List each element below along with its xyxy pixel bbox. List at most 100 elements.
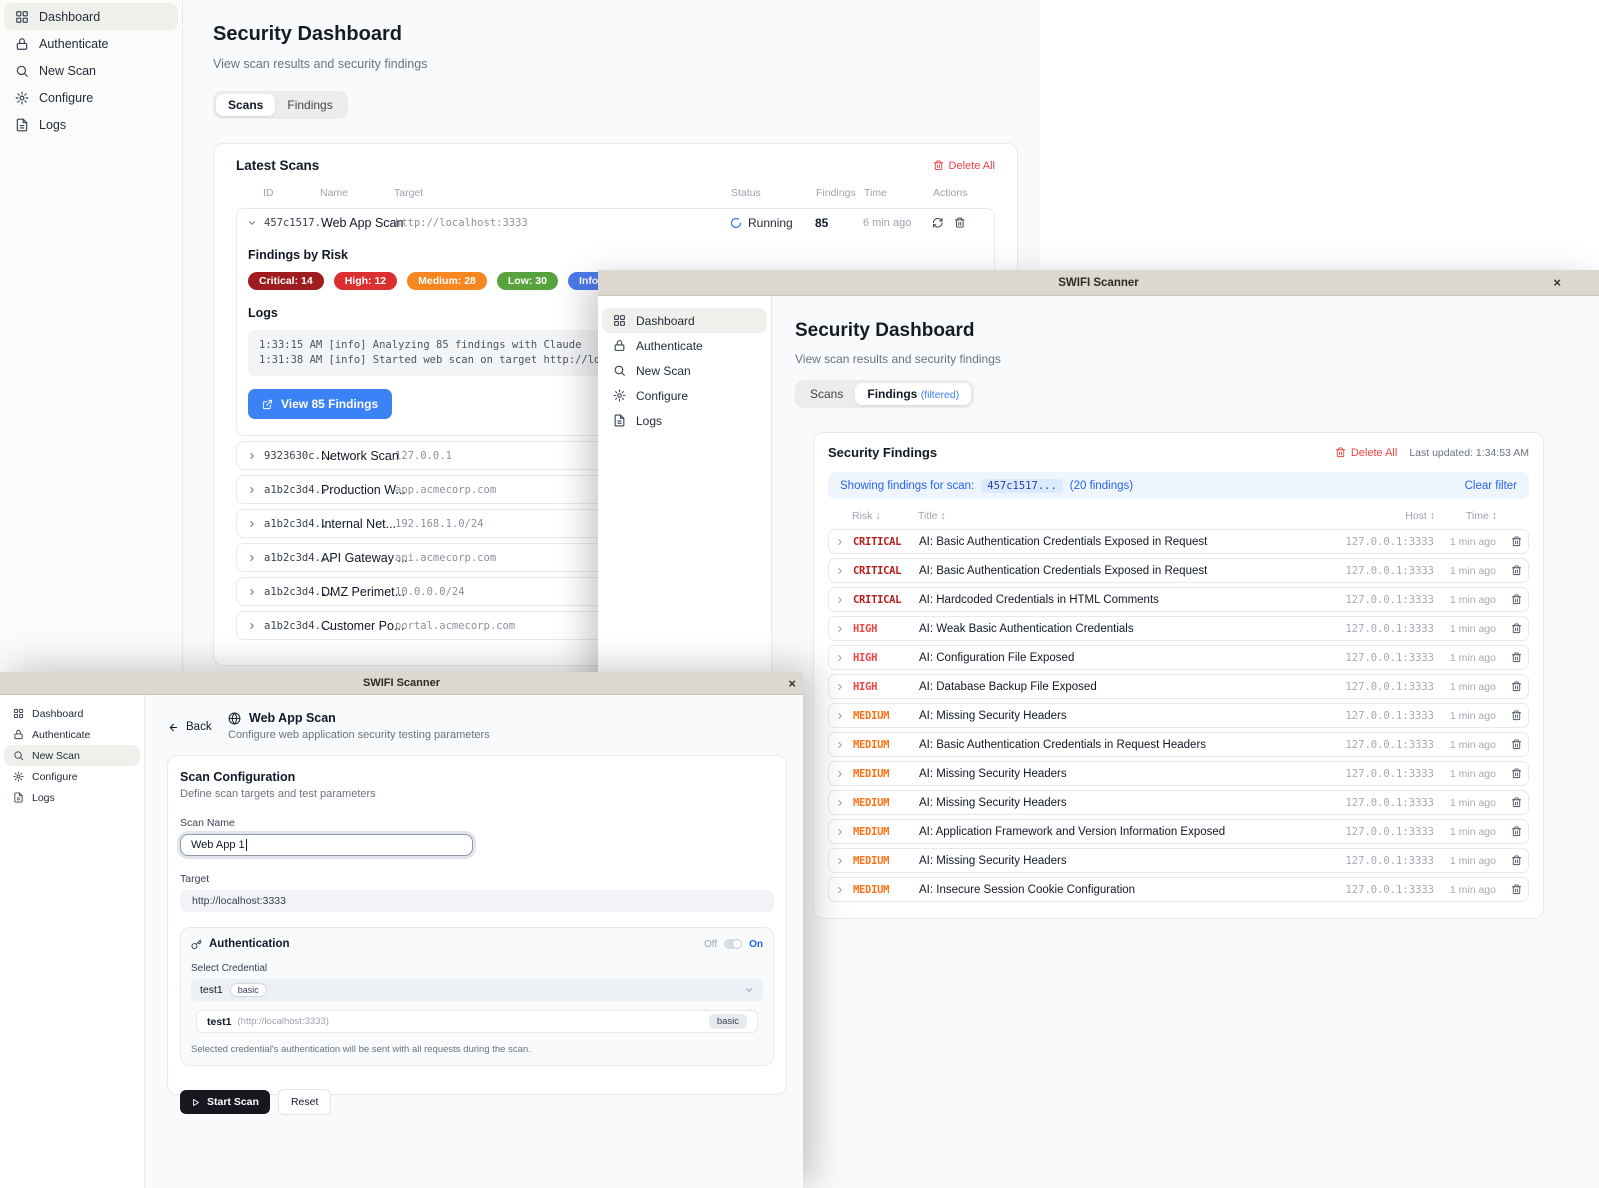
scan-name-input[interactable]: Web App 1 xyxy=(180,834,473,856)
window-titlebar[interactable]: SWIFI Scanner × xyxy=(0,672,803,695)
credential-select[interactable]: test1 basic xyxy=(191,979,763,1001)
trash-icon[interactable] xyxy=(1496,884,1522,895)
sidebar-item-dashboard[interactable]: Dashboard xyxy=(4,703,140,724)
chevron-right-icon[interactable] xyxy=(835,682,853,692)
sidebar-item-new-scan[interactable]: New Scan xyxy=(4,745,140,766)
sidebar-item-configure[interactable]: Configure xyxy=(4,84,178,111)
delete-all-button[interactable]: Delete All xyxy=(1335,447,1397,459)
sidebar-item-authenticate[interactable]: Authenticate xyxy=(602,333,767,358)
trash-icon[interactable] xyxy=(1496,594,1522,605)
finding-row[interactable]: CRITICAL AI: Basic Authentication Creden… xyxy=(828,558,1529,583)
close-icon[interactable]: × xyxy=(1553,270,1561,295)
target-input[interactable]: http://localhost:3333 xyxy=(180,890,774,912)
auth-note: Selected credential's authentication wil… xyxy=(191,1044,763,1055)
finding-row[interactable]: CRITICAL AI: Basic Authentication Creden… xyxy=(828,529,1529,554)
chevron-right-icon[interactable] xyxy=(835,624,853,634)
findings-by-risk-title: Findings by Risk xyxy=(248,248,983,262)
column-risk[interactable]: Risk ↓ xyxy=(852,510,918,522)
chevron-right-icon[interactable] xyxy=(247,553,264,563)
trash-icon[interactable] xyxy=(1496,536,1522,547)
toggle-off-label[interactable]: Off xyxy=(704,939,717,950)
finding-row[interactable]: CRITICAL AI: Hardcoded Credentials in HT… xyxy=(828,587,1529,612)
sidebar-item-authenticate[interactable]: Authenticate xyxy=(4,724,140,745)
close-icon[interactable]: × xyxy=(788,672,796,694)
finding-row[interactable]: MEDIUM AI: Missing Security Headers 127.… xyxy=(828,790,1529,815)
trash-icon[interactable] xyxy=(1496,826,1522,837)
delete-all-button[interactable]: Delete All xyxy=(933,160,995,172)
tab-scans[interactable]: Scans xyxy=(798,383,855,405)
finding-row[interactable]: MEDIUM AI: Insecure Session Cookie Confi… xyxy=(828,877,1529,902)
sidebar-item-logs[interactable]: Logs xyxy=(4,111,178,138)
chevron-right-icon[interactable] xyxy=(835,537,853,547)
chevron-right-icon[interactable] xyxy=(835,740,853,750)
chevron-right-icon[interactable] xyxy=(835,885,853,895)
auth-toggle[interactable] xyxy=(724,939,742,949)
finding-row[interactable]: MEDIUM AI: Basic Authentication Credenti… xyxy=(828,732,1529,757)
file-icon xyxy=(15,118,29,132)
refresh-icon[interactable] xyxy=(932,217,944,229)
filter-scan-id: 457c1517... xyxy=(981,479,1063,493)
chevron-right-icon[interactable] xyxy=(835,827,853,837)
scan-row[interactable]: 457c1517... Web App Scan http://localhos… xyxy=(237,209,994,236)
finding-row[interactable]: MEDIUM AI: Missing Security Headers 127.… xyxy=(828,703,1529,728)
trash-icon[interactable] xyxy=(1496,797,1522,808)
sidebar-item-configure[interactable]: Configure xyxy=(602,383,767,408)
sidebar-item-logs[interactable]: Logs xyxy=(4,787,140,808)
risk-badge: High: 12 xyxy=(334,272,397,290)
finding-row[interactable]: MEDIUM AI: Missing Security Headers 127.… xyxy=(828,761,1529,786)
trash-icon[interactable] xyxy=(1496,652,1522,663)
sidebar-item-configure[interactable]: Configure xyxy=(4,766,140,787)
finding-row[interactable]: HIGH AI: Configuration File Exposed 127.… xyxy=(828,645,1529,670)
finding-row[interactable]: HIGH AI: Weak Basic Authentication Crede… xyxy=(828,616,1529,641)
finding-host: 127.0.0.1:3333 xyxy=(1334,768,1434,780)
finding-risk: MEDIUM xyxy=(853,739,919,751)
trash-icon[interactable] xyxy=(1496,739,1522,750)
finding-row[interactable]: HIGH AI: Database Backup File Exposed 12… xyxy=(828,674,1529,699)
sidebar-item-new-scan[interactable]: New Scan xyxy=(602,358,767,383)
trash-icon[interactable] xyxy=(1496,565,1522,576)
column-host[interactable]: Host ↕ xyxy=(1335,510,1435,522)
sidebar-item-dashboard[interactable]: Dashboard xyxy=(602,308,767,333)
start-scan-button[interactable]: Start Scan xyxy=(180,1090,270,1114)
chevron-right-icon[interactable] xyxy=(247,587,264,597)
chevron-right-icon[interactable] xyxy=(835,711,853,721)
chevron-right-icon[interactable] xyxy=(247,519,264,529)
column-time[interactable]: Time ↕ xyxy=(1435,510,1497,522)
back-button[interactable]: Back xyxy=(168,721,212,733)
trash-icon[interactable] xyxy=(1496,681,1522,692)
chevron-right-icon[interactable] xyxy=(835,798,853,808)
chevron-right-icon[interactable] xyxy=(835,769,853,779)
chevron-right-icon[interactable] xyxy=(835,595,853,605)
trash-icon[interactable] xyxy=(1496,710,1522,721)
trash-icon[interactable] xyxy=(1496,855,1522,866)
chevron-right-icon[interactable] xyxy=(835,566,853,576)
tab-findings[interactable]: Findings xyxy=(275,94,344,116)
tab-scans[interactable]: Scans xyxy=(216,94,275,116)
view-findings-button[interactable]: View 85 Findings xyxy=(248,389,392,419)
finding-row[interactable]: MEDIUM AI: Missing Security Headers 127.… xyxy=(828,848,1529,873)
sidebar-item-authenticate[interactable]: Authenticate xyxy=(4,30,178,57)
finding-row[interactable]: MEDIUM AI: Application Framework and Ver… xyxy=(828,819,1529,844)
trash-icon[interactable] xyxy=(954,217,966,229)
scans-table-header: ID Name Target Status Findings Time Acti… xyxy=(236,187,995,208)
sidebar-item-logs[interactable]: Logs xyxy=(602,408,767,433)
sidebar-item-new-scan[interactable]: New Scan xyxy=(4,57,178,84)
sidebar-item-dashboard[interactable]: Dashboard xyxy=(4,3,178,30)
window-titlebar[interactable]: SWIFI Scanner × xyxy=(598,270,1599,296)
trash-icon[interactable] xyxy=(1496,768,1522,779)
credential-option[interactable]: test1 (http://localhost:3333) basic xyxy=(196,1010,758,1033)
chevron-right-icon[interactable] xyxy=(835,653,853,663)
chevron-right-icon[interactable] xyxy=(247,485,264,495)
sidebar-item-label: Logs xyxy=(32,792,55,804)
trash-icon[interactable] xyxy=(1496,623,1522,634)
column-title[interactable]: Title ↕ xyxy=(918,510,1335,522)
chevron-down-icon[interactable] xyxy=(247,218,264,228)
chevron-right-icon[interactable] xyxy=(835,856,853,866)
clear-filter-link[interactable]: Clear filter xyxy=(1465,480,1517,492)
reset-button[interactable]: Reset xyxy=(278,1089,331,1115)
toggle-on-label[interactable]: On xyxy=(749,939,763,950)
tab-findings[interactable]: Findings (filtered) xyxy=(855,383,971,405)
finding-host: 127.0.0.1:3333 xyxy=(1334,710,1434,722)
chevron-right-icon[interactable] xyxy=(247,621,264,631)
chevron-right-icon[interactable] xyxy=(247,451,264,461)
